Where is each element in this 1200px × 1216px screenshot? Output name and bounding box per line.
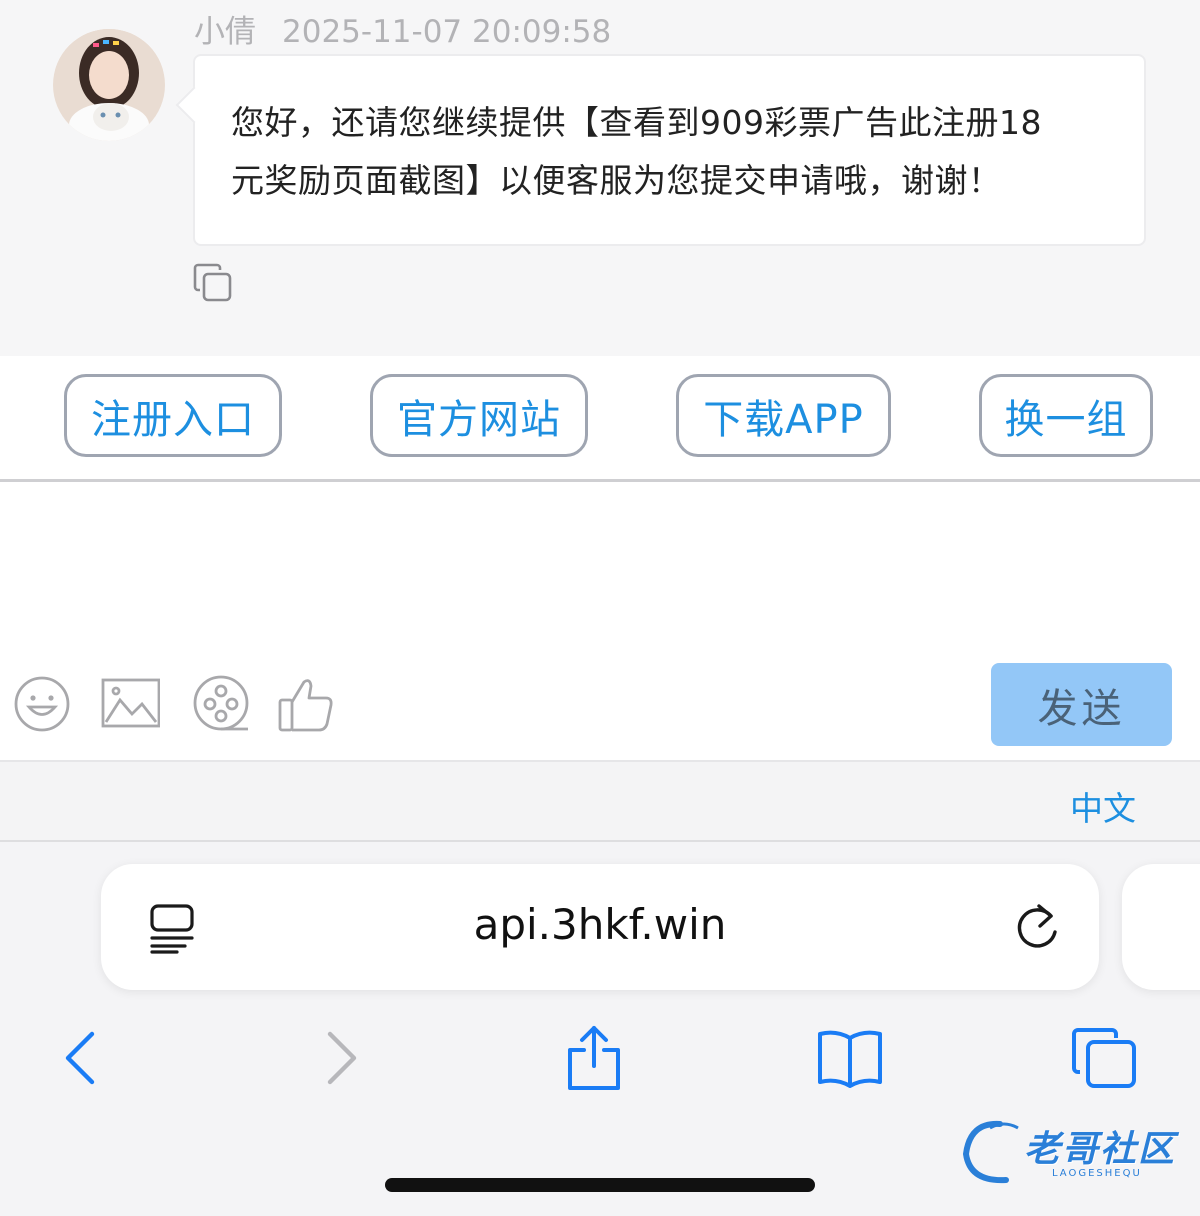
bookmarks-icon[interactable] [814, 1022, 886, 1094]
copy-icon[interactable] [192, 262, 236, 306]
official-site-button[interactable]: 官方网站 [370, 374, 588, 457]
home-indicator[interactable] [385, 1178, 815, 1192]
avatar[interactable] [53, 29, 165, 141]
sender-name: 小倩 [194, 14, 256, 50]
quick-reply-bar: 注册入口 官方网站 下载APP 换一组 [0, 356, 1200, 480]
watermark-text: 老哥社区 [1024, 1129, 1177, 1170]
switch-group-button[interactable]: 换一组 [979, 374, 1153, 457]
message-bubble: 您好，还请您继续提供【查看到909彩票广告此注册18 元奖励页面截图】以便客服为… [193, 54, 1146, 246]
chat-area: 小倩 2025-11-07 20:09:58 您好，还请您继续提供【查看到909彩… [0, 0, 1200, 356]
send-button[interactable]: 发送 [991, 663, 1172, 746]
video-icon[interactable] [192, 674, 252, 734]
back-icon[interactable] [44, 1022, 116, 1094]
thumbs-up-icon[interactable] [276, 674, 336, 734]
register-entry-button[interactable]: 注册入口 [64, 374, 282, 457]
forward-icon [327, 1031, 357, 1085]
message-text-line-2: 元奖励页面截图】以便客服为您提交申请哦，谢谢！ [231, 161, 1002, 200]
browser-toolbar: api.3hkf.win 老哥社区 LAOGESHEQU [0, 842, 1200, 1216]
language-bar: 中文 [0, 760, 1200, 842]
emoji-icon[interactable] [12, 674, 72, 734]
message-timestamp: 2025-11-07 20:09:58 [282, 14, 612, 50]
message-text-line-1: 您好，还请您继续提供【查看到909彩票广告此注册18 [231, 103, 1042, 142]
watermark-subtext: LAOGESHEQU [1052, 1168, 1142, 1179]
share-icon[interactable] [558, 1022, 630, 1094]
reload-icon[interactable] [1011, 902, 1063, 954]
url-text[interactable]: api.3hkf.win [101, 900, 1099, 949]
address-bar[interactable]: api.3hkf.win [101, 864, 1099, 990]
image-icon[interactable] [100, 674, 160, 734]
tabs-icon[interactable] [1068, 1022, 1140, 1094]
language-toggle[interactable]: 中文 [1070, 782, 1136, 830]
next-tab-preview[interactable] [1122, 864, 1200, 990]
download-app-button[interactable]: 下载APP [676, 374, 891, 457]
message-input-area[interactable]: 发送 [0, 482, 1200, 760]
message-meta: 小倩 2025-11-07 20:09:58 [194, 6, 611, 51]
watermark-logo: 老哥社区 LAOGESHEQU [960, 1118, 1190, 1188]
